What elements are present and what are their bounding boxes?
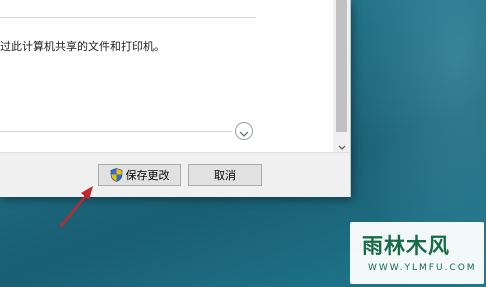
settings-content: 过此计算机共享的文件和打印机。 <box>0 0 333 152</box>
cancel-button[interactable]: 取消 <box>188 164 262 186</box>
red-arrow-annotation <box>59 186 93 228</box>
scrollbar-thumb[interactable] <box>336 0 347 132</box>
section-divider <box>0 131 232 132</box>
chevron-down-icon <box>239 122 249 141</box>
expand-section-button[interactable] <box>235 122 253 140</box>
uac-shield-icon <box>110 168 123 182</box>
watermark-url: WWW.YLMFU.COM <box>368 263 477 273</box>
watermark-title: 雨林木风 <box>362 234 450 258</box>
vertical-scrollbar[interactable] <box>333 0 350 152</box>
scroll-down-icon <box>338 135 346 154</box>
save-changes-label: 保存更改 <box>125 169 170 182</box>
dialog-footer: 保存更改 取消 <box>0 152 350 197</box>
save-changes-button[interactable]: 保存更改 <box>98 164 181 186</box>
control-panel-window: 过此计算机共享的文件和打印机。 保存更改 取消 <box>0 0 351 197</box>
section-divider <box>0 17 256 18</box>
scroll-down-button[interactable] <box>333 136 350 152</box>
cancel-label: 取消 <box>214 169 236 182</box>
sharing-description: 过此计算机共享的文件和打印机。 <box>0 40 165 53</box>
site-watermark: 雨林木风 WWW.YLMFU.COM <box>350 222 484 284</box>
